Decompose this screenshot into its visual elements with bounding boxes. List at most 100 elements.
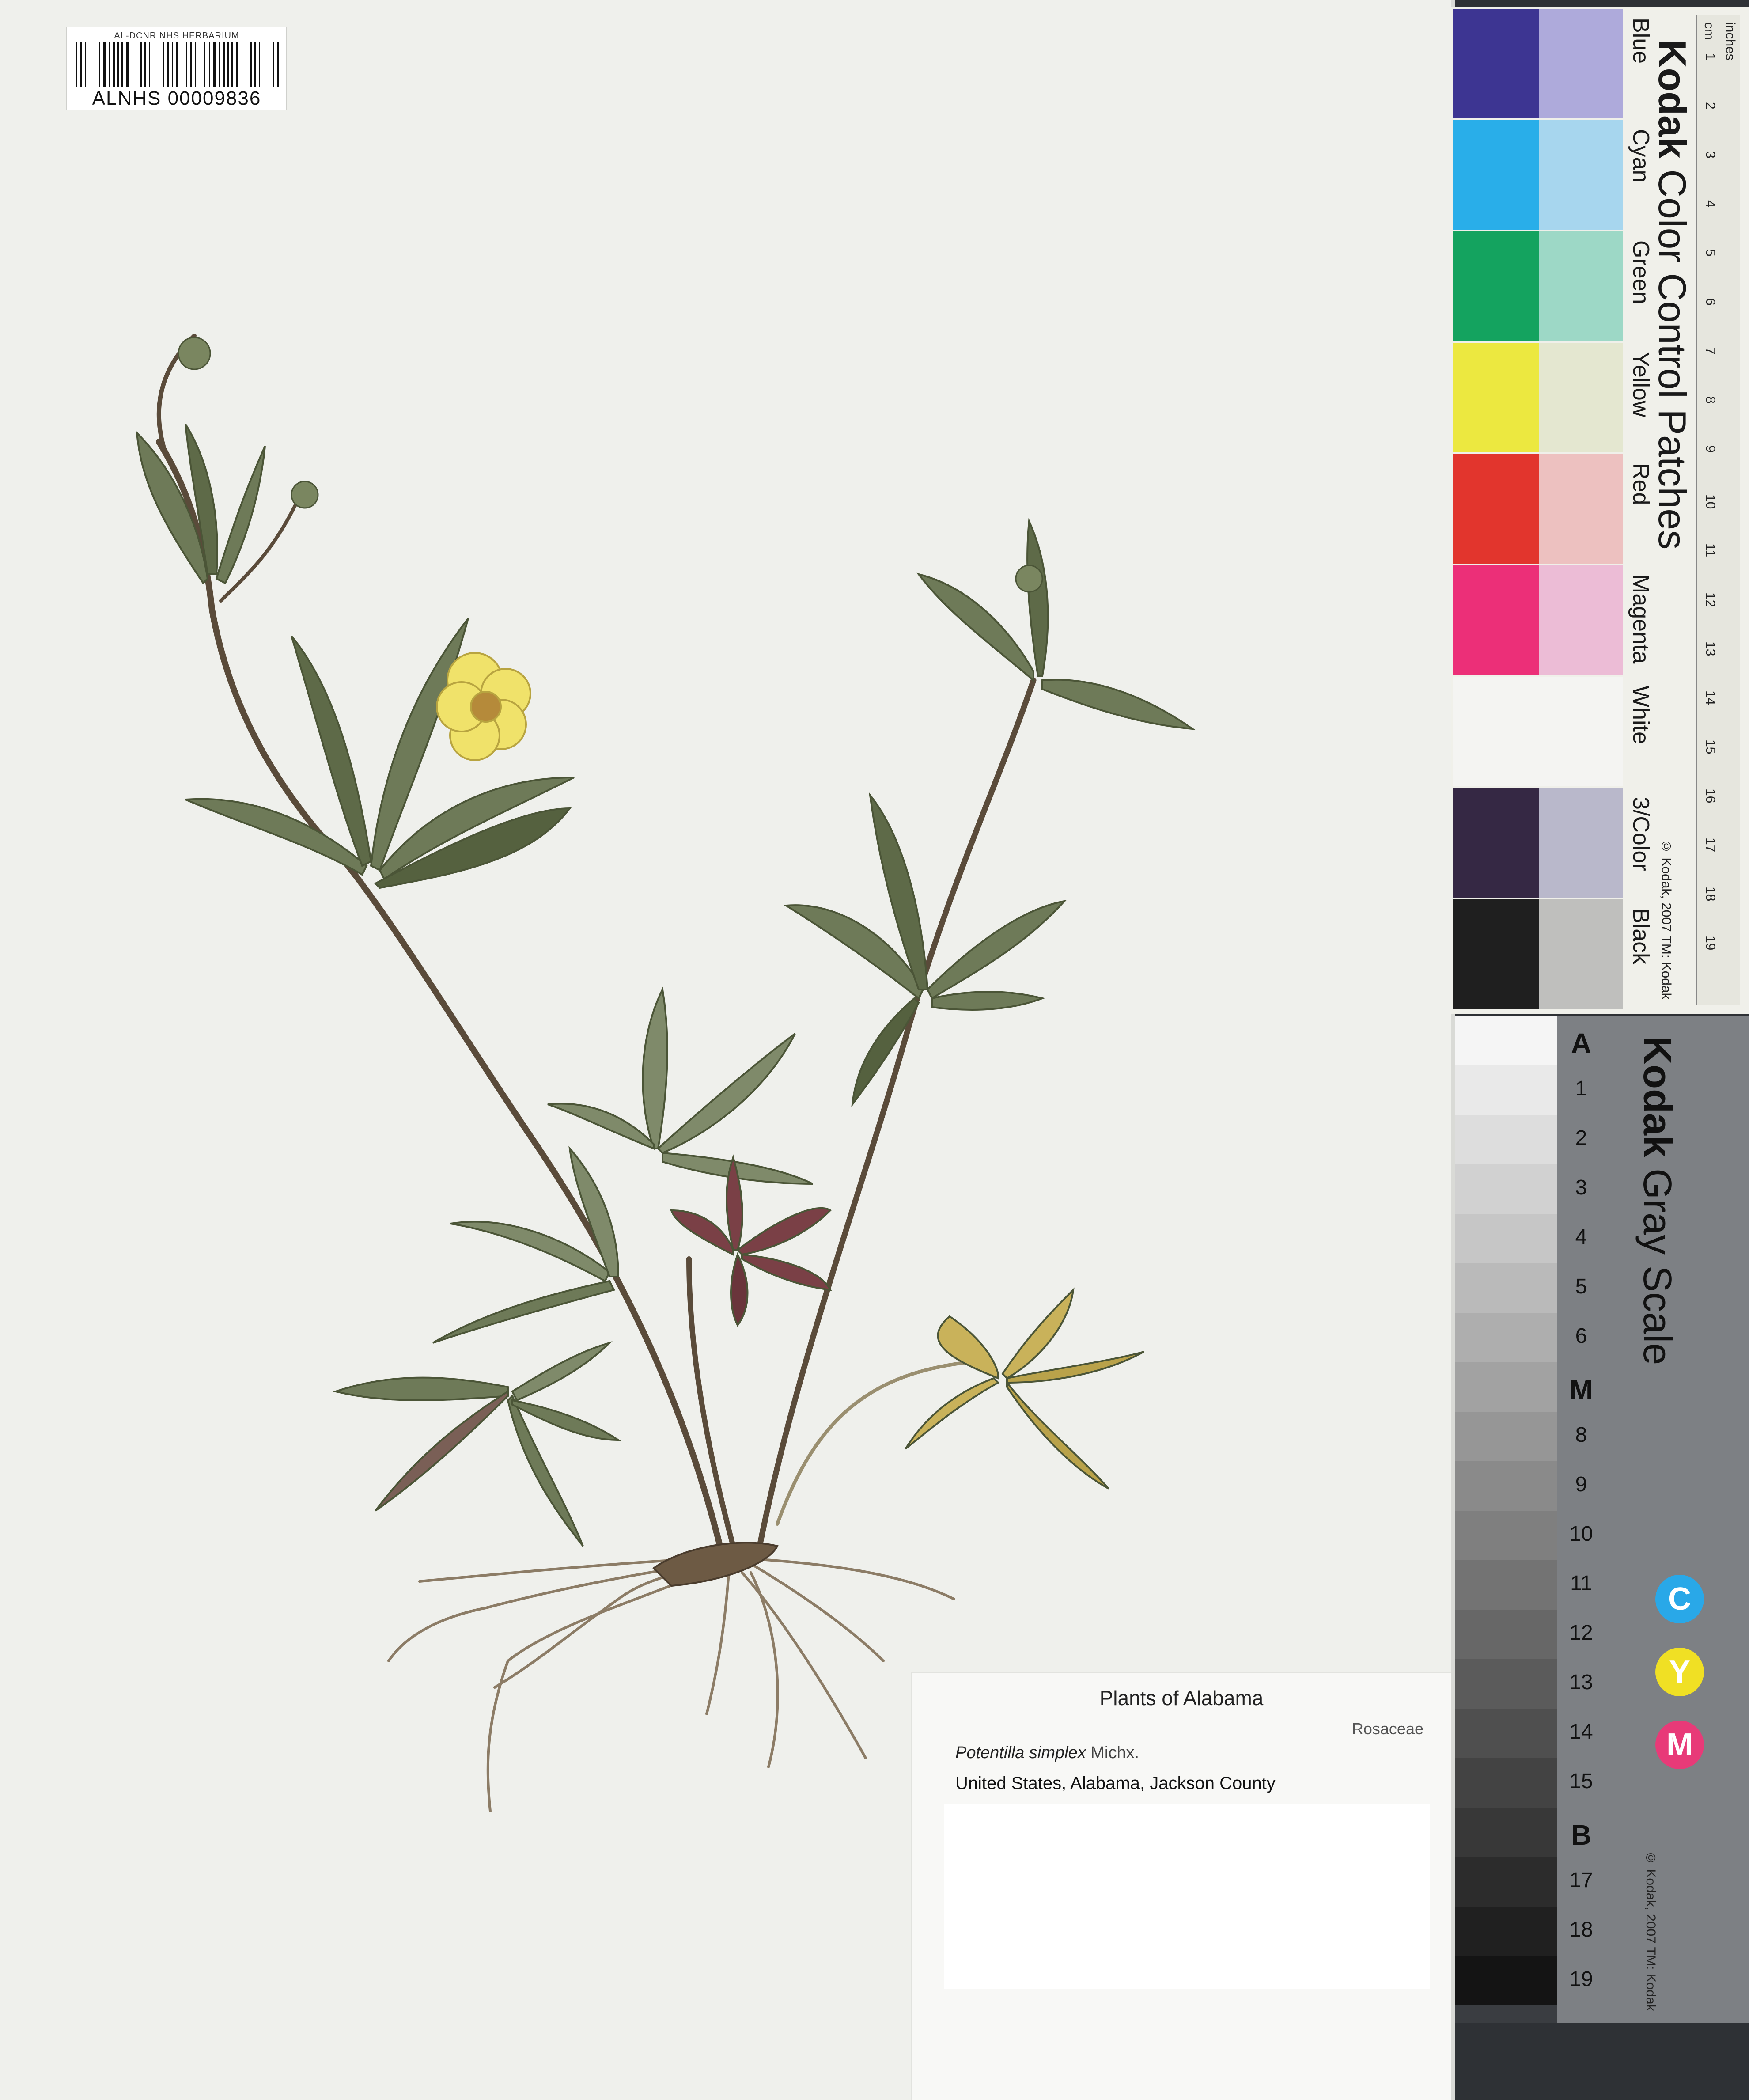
color-card-copyright: © Kodak, 2007 TM: Kodak — [1659, 839, 1673, 1000]
color-patch-white-dark — [1453, 677, 1539, 786]
ruler-tick-label: 3 — [1703, 151, 1718, 159]
gray-card-title-text: Gray Scale — [1635, 1168, 1679, 1365]
ruler-tick-label: 6 — [1703, 298, 1718, 306]
barcode-label: AL-DCNR NHS HERBARIUM ALNHS 00009836 — [66, 27, 287, 110]
ruler-tick-label: 14 — [1703, 690, 1718, 705]
gray-patch — [1455, 1956, 1557, 2005]
color-patch-cyan-light — [1539, 120, 1623, 230]
color-patch-yellow-light — [1539, 343, 1623, 452]
color-patch-green-light — [1539, 231, 1623, 341]
gray-step-label: B — [1571, 1819, 1592, 1851]
color-patch-3-color-light — [1539, 788, 1623, 898]
gray-patch — [1455, 1808, 1557, 1857]
gray-step-label: 19 — [1569, 1967, 1593, 1991]
color-patch-magenta-light — [1539, 565, 1623, 675]
gray-step-label: 4 — [1575, 1225, 1587, 1249]
gray-patch — [1455, 1709, 1557, 1758]
gray-step-label: M — [1569, 1374, 1593, 1406]
gray-patch — [1455, 1857, 1557, 1907]
color-patch-white-light — [1539, 677, 1623, 786]
color-patch-label: Magenta — [1628, 574, 1654, 664]
ruler-tick-label: 18 — [1703, 887, 1718, 902]
gray-patch — [1455, 1362, 1557, 1412]
gray-step-label: 6 — [1575, 1324, 1587, 1348]
label-taxon: Potentilla simplex — [955, 1744, 1086, 1762]
color-patch-green-dark — [1453, 231, 1539, 341]
gray-step-label: 11 — [1570, 1572, 1592, 1595]
ruler-tick-label: 17 — [1703, 838, 1718, 853]
gray-patch — [1455, 1412, 1557, 1461]
label-family: Rosaceae — [1352, 1720, 1423, 1738]
plant-specimen — [136, 334, 1196, 1812]
flower — [436, 652, 531, 761]
ruler-tick-label: 1 — [1703, 53, 1718, 61]
ruler-tick-label: 15 — [1703, 739, 1718, 754]
color-patch-black-dark — [1453, 899, 1539, 1009]
color-patch-3-color-dark — [1453, 788, 1539, 898]
cym-circle-y: Y — [1655, 1648, 1704, 1696]
ruler-tick-label: 2 — [1703, 102, 1718, 110]
rhizome — [652, 1542, 779, 1587]
gray-step-label: 12 — [1569, 1621, 1593, 1645]
color-patch-label: White — [1628, 686, 1654, 744]
gray-patch — [1455, 1560, 1557, 1610]
gray-step-label: 15 — [1569, 1770, 1593, 1793]
gray-patch — [1455, 1214, 1557, 1263]
gray-patch — [1455, 1659, 1557, 1709]
gray-step-label: 10 — [1569, 1522, 1593, 1546]
stem-right — [757, 677, 1037, 1549]
color-patch-black-light — [1539, 899, 1623, 1009]
gray-patch — [1455, 1065, 1557, 1115]
ruler-tick-label: 11 — [1703, 543, 1718, 557]
roots — [387, 1554, 955, 1812]
label-locality: United States, Alabama, Jackson County — [955, 1774, 1276, 1793]
ruler-tick-label: 5 — [1703, 249, 1718, 257]
color-card-title: Kodak Color Control Patches — [1650, 40, 1695, 550]
ruler-tick-label: 10 — [1703, 494, 1718, 509]
gray-patch — [1455, 1461, 1557, 1511]
label-title: Plants of Alabama — [1099, 1687, 1264, 1710]
gray-card-title: Kodak Gray Scale — [1634, 1036, 1680, 1365]
label-scientific-name: Potentilla simplex Michx. — [955, 1744, 1139, 1763]
color-patch-cyan-dark — [1453, 120, 1539, 230]
gray-patch — [1455, 1164, 1557, 1214]
gray-card-brand: Kodak — [1635, 1036, 1679, 1158]
gray-step-label: 5 — [1575, 1275, 1587, 1298]
gray-patch — [1455, 1610, 1557, 1659]
color-patch-blue-dark — [1453, 9, 1539, 118]
gray-patch — [1455, 1263, 1557, 1313]
gray-step-label: 14 — [1569, 1720, 1593, 1744]
ruler-tick-label: 7 — [1703, 347, 1718, 355]
color-card-title-text: Color Control Patches — [1651, 169, 1694, 550]
stem-yellow — [776, 1359, 987, 1526]
ruler — [1696, 15, 1740, 1005]
gray-step-label: 3 — [1575, 1176, 1587, 1199]
gray-step-label: 2 — [1575, 1126, 1587, 1150]
gray-step-label: 8 — [1575, 1423, 1587, 1447]
gray-step-label: 18 — [1569, 1918, 1593, 1941]
barcode-icon — [76, 42, 279, 87]
color-patch-yellow-dark — [1453, 343, 1539, 452]
gray-step-label: 13 — [1569, 1671, 1593, 1694]
gray-step-label: 17 — [1569, 1869, 1593, 1892]
ruler-unit-inches: inches — [1723, 22, 1738, 61]
gray-patch — [1455, 1758, 1557, 1808]
gray-patch — [1455, 1907, 1557, 1956]
cym-circle-c: C — [1655, 1575, 1704, 1623]
redacted-area — [944, 1804, 1430, 1989]
gray-step-label: 1 — [1575, 1077, 1587, 1100]
ruler-tick-label: 16 — [1703, 788, 1718, 804]
gray-patch — [1455, 1511, 1557, 1560]
ruler-tick-label: 12 — [1703, 592, 1718, 607]
ruler-unit-cm: cm — [1702, 22, 1716, 40]
barcode-id: ALNHS 00009836 — [92, 87, 261, 109]
ruler-tick-label: 19 — [1703, 936, 1718, 951]
color-card-brand: Kodak — [1651, 40, 1694, 159]
gray-patch — [1455, 1115, 1557, 1164]
color-patch-magenta-dark — [1453, 565, 1539, 675]
color-patch-label: Black — [1628, 908, 1654, 965]
barcode-institution: AL-DCNR NHS HERBARIUM — [114, 31, 239, 41]
gray-step-label: A — [1571, 1027, 1592, 1059]
color-patch-red-light — [1539, 454, 1623, 564]
gray-patch — [1455, 1313, 1557, 1362]
